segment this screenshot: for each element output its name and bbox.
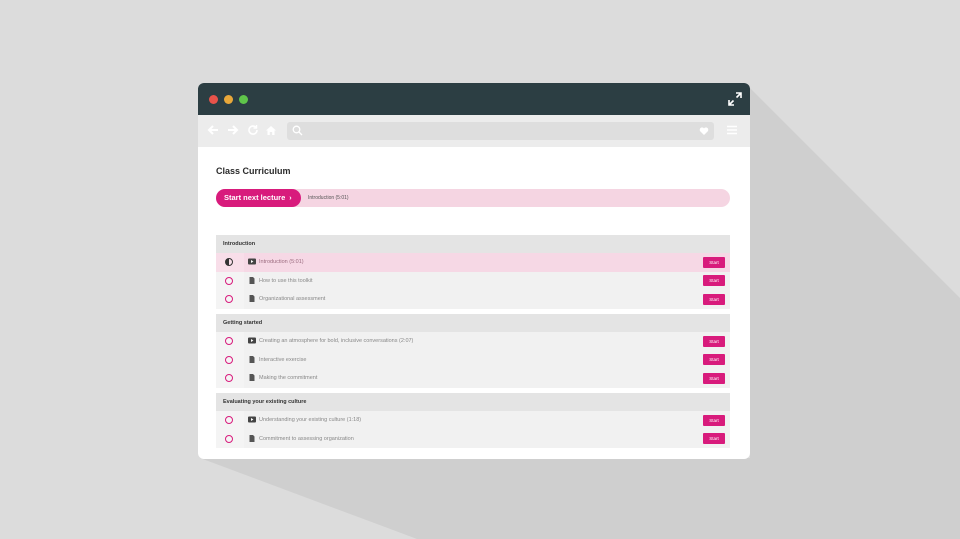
document-icon: [249, 295, 255, 302]
start-button[interactable]: Start: [703, 372, 725, 384]
not-started-status-icon: [225, 355, 233, 364]
home-icon[interactable]: [265, 124, 277, 136]
lecture-row[interactable]: Organizational assessment Start: [216, 290, 730, 309]
heart-icon[interactable]: [699, 126, 709, 136]
section-title: Evaluating your existing culture: [216, 393, 730, 411]
lecture-title[interactable]: Making the commitment: [259, 369, 317, 388]
document-icon: [249, 374, 255, 381]
curriculum-section: Introduction Introduction (5:01) Start H…: [216, 235, 730, 309]
start-button[interactable]: Start: [703, 335, 725, 347]
minimize-window-button[interactable]: [224, 95, 233, 104]
not-started-status-icon: [225, 295, 233, 303]
document-icon: [249, 276, 255, 284]
lecture-row[interactable]: Creating an atmosphere for bold, inclusi…: [216, 332, 730, 351]
curriculum-section: Evaluating your existing culture Underst…: [216, 393, 730, 448]
in-progress-status-icon: [225, 258, 233, 266]
lecture-title[interactable]: Commitment to assessing organization: [259, 430, 354, 449]
not-started-status-icon: [225, 434, 233, 443]
browser-window: Class Curriculum Start next lecture › Int…: [198, 83, 750, 459]
expand-icon[interactable]: [728, 92, 742, 106]
video-icon: [248, 416, 256, 423]
lecture-title[interactable]: Creating an atmosphere for bold, inclusi…: [259, 332, 413, 351]
lecture-title[interactable]: How to use this toolkit: [259, 272, 313, 291]
start-button[interactable]: Start: [703, 256, 725, 268]
not-started-status-icon: [225, 416, 233, 424]
start-button[interactable]: Start: [703, 293, 725, 305]
chevron-right-icon: ›: [289, 195, 292, 202]
hamburger-menu-icon[interactable]: [726, 124, 738, 136]
lecture-row[interactable]: Making the commitment Start: [216, 369, 730, 388]
address-bar[interactable]: [287, 122, 714, 140]
start-button[interactable]: Start: [703, 275, 725, 286]
page-title: Class Curriculum: [216, 166, 291, 176]
lecture-row[interactable]: Understanding your existing culture (1:1…: [216, 411, 730, 430]
start-button[interactable]: Start: [703, 433, 725, 444]
lecture-title[interactable]: Interactive exercise: [259, 351, 306, 370]
search-icon: [292, 125, 303, 136]
lecture-title[interactable]: Organizational assessment: [259, 290, 325, 309]
not-started-status-icon: [225, 276, 233, 285]
back-arrow-icon[interactable]: [207, 124, 219, 136]
not-started-status-icon: [225, 374, 233, 382]
not-started-status-icon: [225, 337, 233, 345]
current-lecture-label: Introduction (5:01): [308, 195, 349, 201]
lecture-row[interactable]: Interactive exercise Start: [216, 350, 730, 370]
close-window-button[interactable]: [209, 95, 218, 104]
browser-toolbar: [198, 115, 750, 147]
lecture-row[interactable]: Introduction (5:01) Start: [216, 253, 730, 272]
start-next-lecture-label: Start next lecture: [224, 193, 286, 202]
reload-icon[interactable]: [247, 124, 259, 136]
curriculum-section: Getting started Creating an atmosphere f…: [216, 314, 730, 388]
document-icon: [249, 434, 255, 442]
forward-arrow-icon[interactable]: [227, 124, 239, 136]
title-bar: [198, 83, 750, 115]
lecture-progress-bar: Start next lecture › Introduction (5:01): [216, 189, 730, 207]
section-title: Introduction: [216, 235, 730, 253]
lecture-title[interactable]: Understanding your existing culture (1:1…: [259, 411, 361, 430]
start-button[interactable]: Start: [703, 414, 725, 426]
document-icon: [249, 355, 255, 363]
start-button[interactable]: Start: [703, 354, 725, 365]
lecture-row[interactable]: Commitment to assessing organization Sta…: [216, 429, 730, 449]
maximize-window-button[interactable]: [239, 95, 248, 104]
lecture-row[interactable]: How to use this toolkit Start: [216, 271, 730, 291]
section-title: Getting started: [216, 314, 730, 332]
lecture-title[interactable]: Introduction (5:01): [259, 253, 304, 272]
video-icon: [248, 258, 256, 265]
video-icon: [248, 337, 256, 344]
start-next-lecture-button[interactable]: Start next lecture ›: [216, 189, 301, 207]
